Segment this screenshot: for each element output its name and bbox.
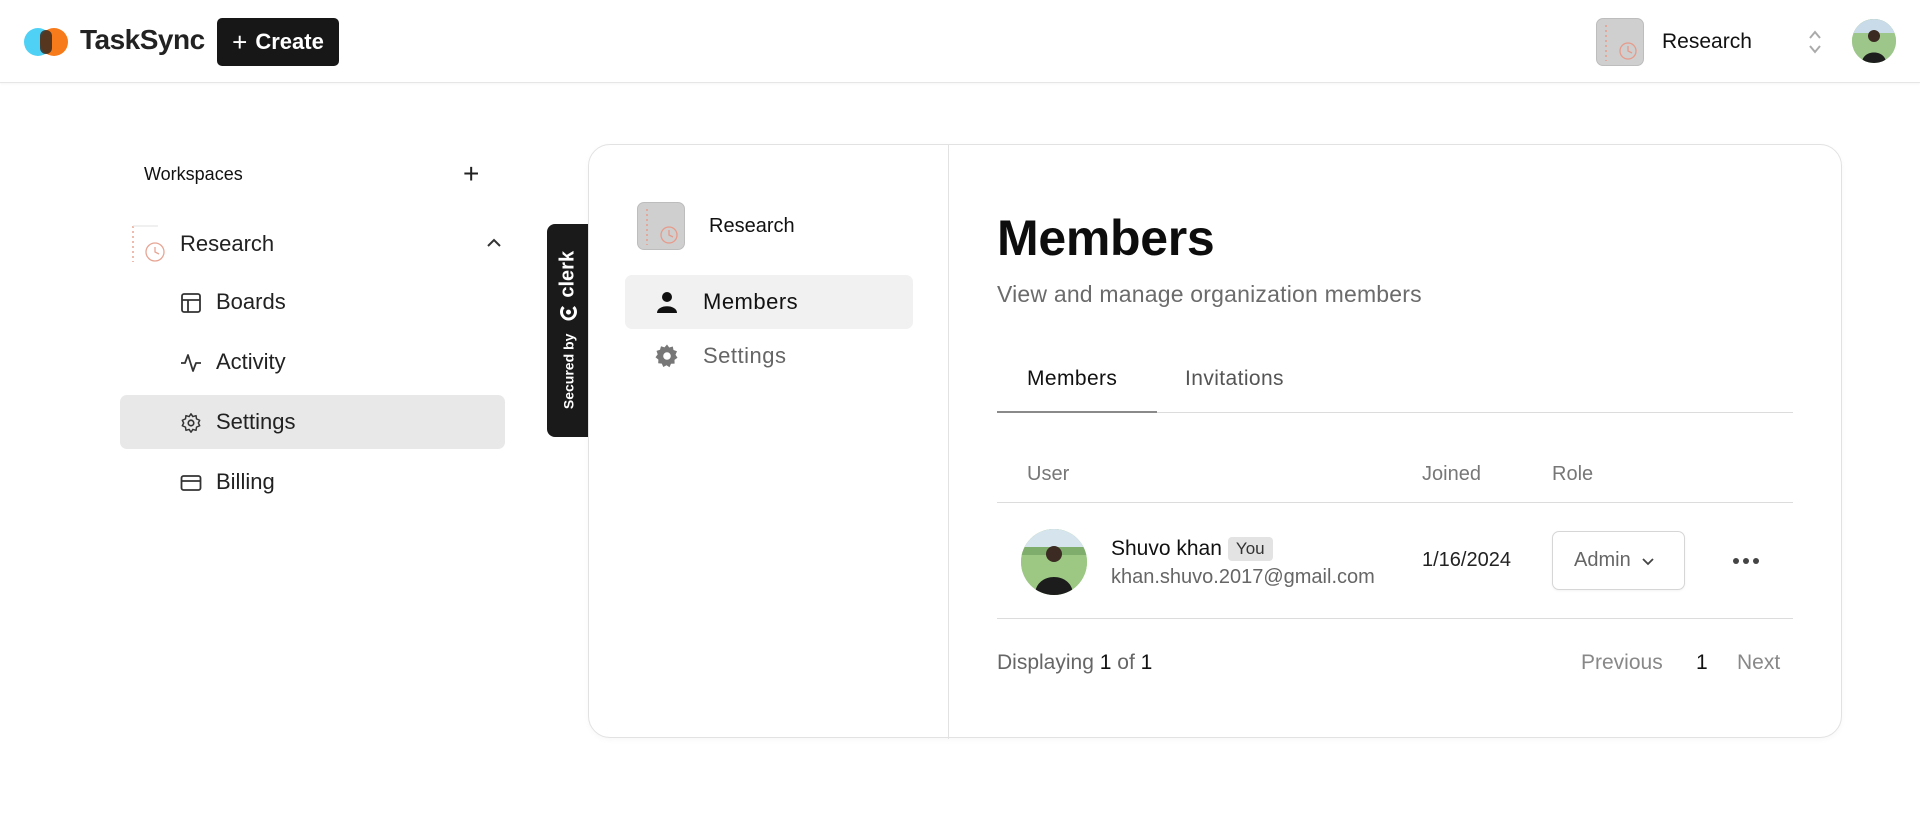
sidebar-item-label: Billing bbox=[216, 469, 275, 494]
organization-name: Research bbox=[1662, 30, 1752, 53]
person-icon bbox=[657, 292, 677, 313]
sidebar-item-settings[interactable]: Settings bbox=[120, 395, 505, 449]
sidebar-item-activity[interactable]: Activity bbox=[120, 335, 505, 389]
org-nav-settings[interactable]: Settings bbox=[625, 329, 913, 383]
user-avatar-button[interactable] bbox=[1852, 19, 1896, 63]
you-badge: You bbox=[1227, 537, 1273, 561]
organization-profile-card: Research Members Settings Members View a… bbox=[588, 144, 1842, 739]
member-avatar bbox=[1021, 529, 1087, 595]
pagination-prefix: Displaying bbox=[997, 651, 1094, 674]
previous-page-button[interactable]: Previous bbox=[1581, 651, 1663, 675]
clerk-icon bbox=[559, 305, 577, 320]
page-title: Members bbox=[997, 210, 1215, 266]
next-page-button[interactable]: Next bbox=[1737, 651, 1780, 675]
sidebar-item-label: Boards bbox=[216, 289, 286, 314]
plus-icon: + bbox=[232, 27, 248, 57]
clerk-logo: clerk bbox=[557, 251, 580, 322]
column-header-user: User bbox=[1027, 463, 1070, 485]
organization-profile-nav: Research Members Settings bbox=[589, 145, 949, 739]
gear-icon bbox=[655, 344, 678, 368]
page-number-button[interactable]: 1 bbox=[1696, 651, 1708, 675]
members-tabs: Members Invitations bbox=[997, 367, 1793, 413]
add-workspace-button[interactable]: + bbox=[463, 160, 479, 188]
column-header-role: Role bbox=[1552, 463, 1594, 485]
table-row: Shuvo khan You khan.shuvo.2017@gmail.com… bbox=[997, 503, 1793, 619]
app-logo[interactable]: TaskSync bbox=[24, 22, 205, 58]
clerk-secured-badge[interactable]: Secured by clerk bbox=[547, 224, 589, 437]
top-navbar: TaskSync + Create Research bbox=[0, 0, 1920, 83]
dot bbox=[1743, 558, 1749, 564]
organization-header: Research bbox=[637, 202, 795, 250]
role-select[interactable]: Admin bbox=[1552, 531, 1685, 590]
organization-name: Research bbox=[709, 214, 795, 237]
create-button-label: Create bbox=[255, 29, 324, 54]
tab-invitations[interactable]: Invitations bbox=[1185, 367, 1284, 413]
workspaces-heading: Workspaces bbox=[144, 164, 243, 184]
create-button[interactable]: + Create bbox=[217, 18, 339, 66]
members-content: Members View and manage organization mem… bbox=[997, 145, 1793, 739]
sidebar-item-billing[interactable]: Billing bbox=[120, 455, 505, 509]
logo-icon bbox=[24, 22, 70, 58]
member-name: Shuvo khan bbox=[1111, 537, 1222, 560]
table-header: User Joined Role bbox=[997, 463, 1793, 503]
activity-icon bbox=[181, 354, 201, 372]
organization-switcher[interactable]: Research bbox=[1596, 17, 1896, 67]
secured-by-label: Secured by bbox=[560, 333, 576, 410]
org-nav-label: Settings bbox=[703, 343, 787, 368]
sidebar-item-label: Settings bbox=[216, 409, 296, 434]
member-email: khan.shuvo.2017@gmail.com bbox=[1111, 566, 1375, 588]
credit-card-icon bbox=[180, 475, 202, 491]
sidebar-item-boards[interactable]: Boards bbox=[120, 275, 505, 329]
pagination-total: 1 bbox=[1140, 651, 1153, 674]
gear-icon bbox=[181, 413, 201, 433]
org-nav-members[interactable]: Members bbox=[625, 275, 913, 329]
chevron-down-icon bbox=[1642, 557, 1654, 565]
chevron-up-down-icon bbox=[1809, 30, 1821, 54]
clerk-brand-text: clerk bbox=[556, 250, 579, 298]
role-select-value: Admin bbox=[1574, 549, 1631, 571]
dot bbox=[1753, 558, 1759, 564]
page-subtitle: View and manage organization members bbox=[997, 281, 1422, 307]
pagination-current: 1 bbox=[1099, 651, 1112, 674]
layout-icon bbox=[181, 293, 201, 313]
dot bbox=[1733, 558, 1739, 564]
organization-logo bbox=[637, 202, 685, 250]
workspace-accordion-research[interactable]: Research bbox=[130, 222, 505, 266]
column-header-joined: Joined bbox=[1422, 463, 1481, 485]
tab-members[interactable]: Members bbox=[997, 367, 1157, 413]
workspace-name: Research bbox=[180, 231, 275, 256]
pagination-summary: Displaying 1 of 1 bbox=[997, 651, 1152, 675]
sidebar-item-label: Activity bbox=[216, 349, 286, 374]
pagination-of: of bbox=[1117, 651, 1135, 674]
pagination: Displaying 1 of 1 Previous 1 Next bbox=[997, 649, 1793, 679]
more-actions-button[interactable] bbox=[1731, 549, 1761, 573]
member-joined-date: 1/16/2024 bbox=[1422, 549, 1511, 571]
workspace-logo bbox=[130, 224, 166, 264]
app-name: TaskSync bbox=[80, 24, 205, 55]
organization-logo bbox=[1596, 18, 1644, 66]
chevron-up-icon bbox=[487, 238, 501, 247]
org-nav-label: Members bbox=[703, 289, 799, 314]
member-name-line: Shuvo khan You bbox=[1111, 537, 1273, 561]
